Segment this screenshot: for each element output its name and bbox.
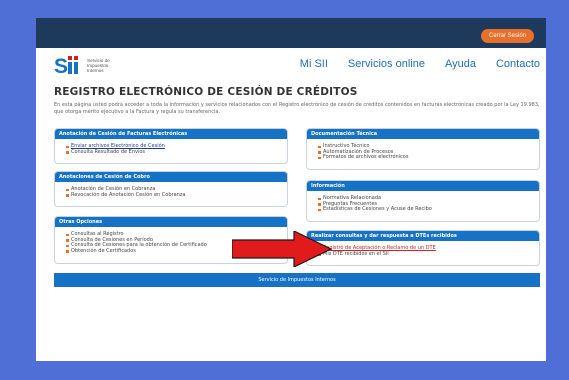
link-formatos-archivos[interactable]: Formatos de archivos electrónicos bbox=[318, 155, 539, 161]
nav-item-servicios-online[interactable]: Servicios online bbox=[348, 58, 425, 70]
sii-logo[interactable]: S Servicio de Impuestos Internos bbox=[54, 54, 110, 78]
footer-bar: Servicio de Impuestos Internos bbox=[54, 273, 540, 287]
box-title: Otras Opciones bbox=[55, 217, 287, 227]
main-nav: Mi SII Servicios online Ayuda Contacto bbox=[300, 58, 540, 70]
top-bar: Cerrar Sesión bbox=[36, 18, 546, 48]
box-documentacion-tecnica: Documentación Técnica Instructivo Técnic… bbox=[306, 128, 540, 170]
link-estadisticas[interactable]: Estadísticas de Cesiones y Acuse de Reci… bbox=[318, 207, 539, 213]
nav-item-contacto[interactable]: Contacto bbox=[496, 58, 540, 70]
link-consulta-resultado[interactable]: Consulta Resultado de Envíos bbox=[66, 149, 287, 156]
page-title: REGISTRO ELECTRÓNICO DE CESIÓN DE CRÉDIT… bbox=[54, 86, 358, 98]
nav-item-ayuda[interactable]: Ayuda bbox=[445, 58, 476, 70]
nav-item-mi-sii[interactable]: Mi SII bbox=[300, 58, 328, 70]
svg-text:S: S bbox=[54, 55, 68, 76]
box-anotaciones-cobro: Anotaciones de Cesión de Cobro Anotación… bbox=[54, 171, 288, 207]
link-revocacion-cobranza[interactable]: Revocación de Anotación Cesión en Cobran… bbox=[66, 192, 287, 199]
box-consultas-dte: Realizar consultas y dar respuesta a DTE… bbox=[306, 230, 540, 266]
box-title: Anotaciones de Cesión de Cobro bbox=[55, 172, 287, 182]
page-sheet: Cerrar Sesión S Servicio de Impuestos In… bbox=[36, 18, 546, 361]
red-arrow-icon bbox=[232, 231, 332, 267]
box-title: Información bbox=[307, 181, 539, 191]
link-mis-dte-recibidos[interactable]: Mis DTE recibidos en el SII bbox=[318, 251, 539, 258]
logo-text: Servicio de Impuestos Internos bbox=[87, 57, 110, 73]
box-informacion: Información Normativa Relacionada Pregun… bbox=[306, 180, 540, 222]
box-title: Anotación de Cesión de Facturas Electrón… bbox=[55, 129, 287, 139]
page-intro: En esta página usted podrá acceder a tod… bbox=[54, 102, 540, 115]
sii-logo-icon: S bbox=[54, 54, 84, 78]
box-anotacion-facturas: Anotación de Cesión de Facturas Electrón… bbox=[54, 128, 288, 164]
box-title: Documentación Técnica bbox=[307, 129, 539, 139]
box-title: Realizar consultas y dar respuesta a DTE… bbox=[307, 231, 539, 241]
logout-button[interactable]: Cerrar Sesión bbox=[480, 29, 534, 43]
